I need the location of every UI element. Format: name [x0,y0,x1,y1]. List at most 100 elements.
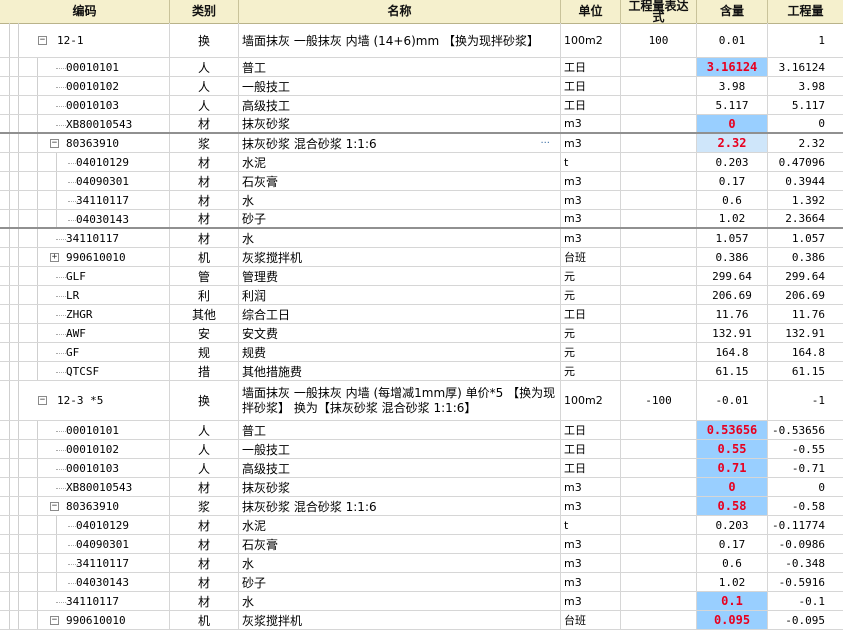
unit-cell[interactable]: m3 [561,478,621,496]
unit-cell[interactable]: m3 [561,210,621,227]
code-cell[interactable]: 04010129 [0,516,170,534]
type-cell[interactable]: 浆 [170,497,239,515]
table-row[interactable]: 04030143 材 砂子 m3 1.02 2.3664 [0,210,843,229]
table-row[interactable]: 34110117 材 水 m3 0.6 -0.348 [0,554,843,573]
table-row[interactable]: GF 规 规费 元 164.8 164.8 [0,343,843,362]
expr-cell[interactable] [621,153,697,171]
table-row[interactable]: 00010102 人 一般技工 工日 3.98 3.98 [0,77,843,96]
table-row[interactable]: 00010103 人 高级技工 工日 5.117 5.117 [0,96,843,115]
code-cell[interactable]: 04030143 [0,210,170,227]
type-cell[interactable]: 材 [170,210,239,227]
qty-cell[interactable]: 1.057 [697,229,768,247]
table-row[interactable]: 00010101 人 普工 工日 0.53656 -0.53656 [0,421,843,440]
qty-cell[interactable]: 3.98 [697,77,768,95]
table-row[interactable]: −80363910 浆 抹灰砂浆 混合砂浆 1:1:6 ··· m3 2.32 2.32 [0,134,843,153]
expr-cell[interactable]: 100 [621,23,697,57]
code-cell[interactable]: 00010102 [0,440,170,458]
unit-cell[interactable]: m3 [561,592,621,610]
expr-cell[interactable] [621,115,697,132]
name-cell[interactable]: 抹灰砂浆 [239,478,561,496]
name-cell[interactable]: 高级技工 [239,96,561,114]
unit-cell[interactable]: 元 [561,343,621,361]
unit-cell[interactable]: 工日 [561,96,621,114]
name-cell[interactable]: 抹灰砂浆 [239,115,561,132]
unit-cell[interactable]: m3 [561,115,621,132]
name-cell[interactable]: 抹灰砂浆 混合砂浆 1:1:6 [239,497,561,515]
code-cell[interactable]: 34110117 [0,592,170,610]
table-row[interactable]: QTCSF 措 其他措施费 元 61.15 61.15 [0,362,843,381]
table-row[interactable]: 04010129 材 水泥 t 0.203 0.47096 [0,153,843,172]
expr-cell[interactable] [621,343,697,361]
expr-cell[interactable] [621,324,697,342]
qty-cell[interactable]: 0.71 [697,459,768,477]
amount-cell[interactable]: 2.32 [768,134,843,152]
table-row[interactable]: − 12-1 换 墙面抹灰 一般抹灰 内墙 (14+6)mm 【换为现拌砂浆】 100m… [0,23,843,58]
table-row[interactable]: 34110117 材 水 m3 1.057 1.057 [0,229,843,248]
type-cell[interactable]: 机 [170,611,239,629]
qty-cell[interactable]: 11.76 [697,305,768,323]
type-cell[interactable]: 利 [170,286,239,304]
type-cell[interactable]: 材 [170,478,239,496]
name-cell[interactable]: 规费 [239,343,561,361]
type-cell[interactable]: 措 [170,362,239,380]
expr-cell[interactable] [621,286,697,304]
amount-cell[interactable]: 132.91 [768,324,843,342]
amount-cell[interactable]: -0.0986 [768,535,843,553]
amount-cell[interactable]: -0.71 [768,459,843,477]
name-cell[interactable]: 普工 [239,58,561,76]
qty-cell[interactable]: 132.91 [697,324,768,342]
code-cell[interactable]: 34110117 [0,229,170,247]
name-cell[interactable]: 灰浆搅拌机 [239,611,561,629]
amount-cell[interactable]: 2.3664 [768,210,843,227]
amount-cell[interactable]: -0.348 [768,554,843,572]
type-cell[interactable]: 材 [170,592,239,610]
more-button[interactable]: ··· [540,138,550,149]
expr-cell[interactable] [621,58,697,76]
header-qty[interactable]: 含量 [697,0,768,23]
collapse-icon[interactable]: − [38,396,47,405]
code-cell[interactable]: 04090301 [0,535,170,553]
qty-cell[interactable]: 0.17 [697,172,768,190]
code-cell[interactable]: 00010103 [0,459,170,477]
amount-cell[interactable]: 206.69 [768,286,843,304]
qty-cell[interactable]: 0.203 [697,516,768,534]
amount-cell[interactable]: 1.057 [768,229,843,247]
type-cell[interactable]: 管 [170,267,239,285]
code-cell[interactable]: 34110117 [0,191,170,209]
collapse-icon[interactable]: − [50,616,59,625]
amount-cell[interactable]: -0.1 [768,592,843,610]
amount-cell[interactable]: -0.55 [768,440,843,458]
type-cell[interactable]: 人 [170,421,239,439]
unit-cell[interactable]: m3 [561,535,621,553]
amount-cell[interactable]: -0.095 [768,611,843,629]
unit-cell[interactable]: 元 [561,362,621,380]
code-cell[interactable]: 34110117 [0,554,170,572]
table-row[interactable]: 04030143 材 砂子 m3 1.02 -0.5916 [0,573,843,592]
name-cell[interactable]: 一般技工 [239,77,561,95]
collapse-icon[interactable]: − [38,36,47,45]
qty-cell[interactable]: 0 [697,115,768,132]
unit-cell[interactable]: 工日 [561,459,621,477]
amount-cell[interactable]: -0.58 [768,497,843,515]
qty-cell[interactable]: 164.8 [697,343,768,361]
type-cell[interactable]: 人 [170,459,239,477]
amount-cell[interactable]: 61.15 [768,362,843,380]
expr-cell[interactable] [621,421,697,439]
expr-cell[interactable] [621,554,697,572]
code-cell[interactable]: 00010103 [0,96,170,114]
type-cell[interactable]: 材 [170,172,239,190]
code-cell[interactable]: − 12-3 *5 [0,381,170,420]
unit-cell[interactable]: t [561,153,621,171]
table-row[interactable]: ZHGR 其他 综合工日 工日 11.76 11.76 [0,305,843,324]
unit-cell[interactable]: m3 [561,134,621,152]
header-expr[interactable]: 工程量表达式 [621,0,697,23]
qty-cell[interactable]: 0.6 [697,554,768,572]
expr-cell[interactable] [621,516,697,534]
name-cell[interactable]: 水 [239,554,561,572]
header-code[interactable]: 编码 [0,0,170,23]
collapse-icon[interactable]: − [50,139,59,148]
code-cell[interactable]: XB80010543 [0,115,170,132]
qty-cell[interactable]: 0.1 [697,592,768,610]
qty-cell[interactable]: 1.02 [697,210,768,227]
name-cell[interactable]: 石灰膏 [239,172,561,190]
